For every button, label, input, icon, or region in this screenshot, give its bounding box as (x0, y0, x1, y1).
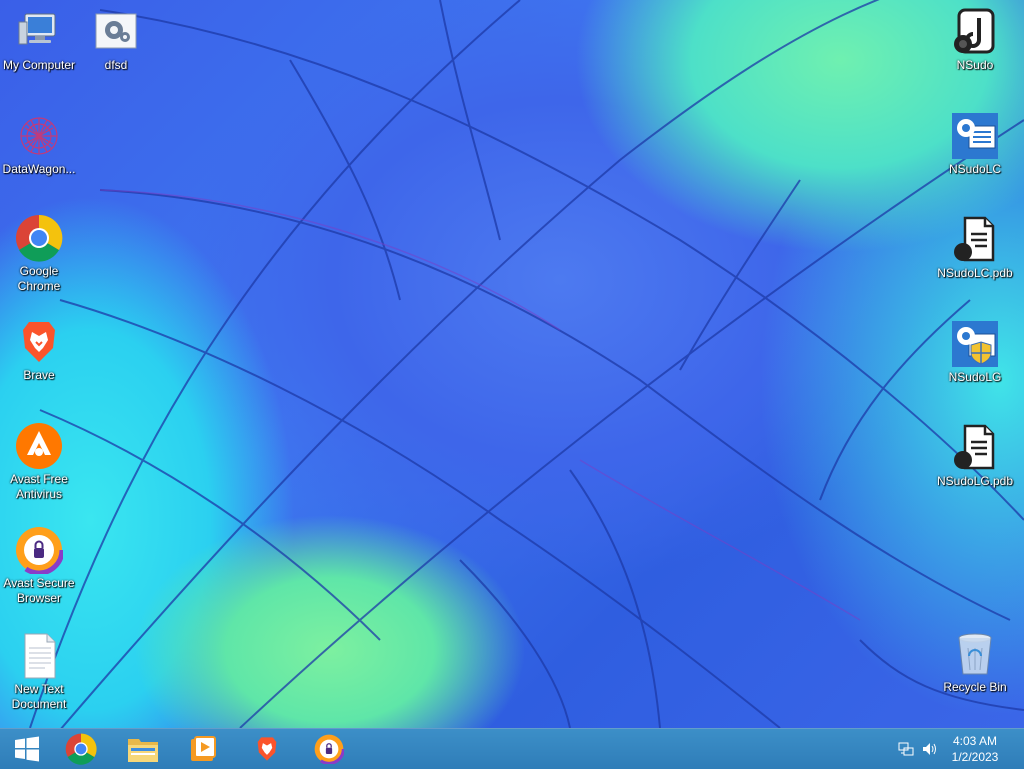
media-player-icon (191, 736, 216, 761)
brave-icon (257, 737, 277, 761)
desktop-icon-datawagon[interactable]: DataWagon... (0, 112, 79, 177)
file-explorer-icon (128, 739, 158, 762)
desktop-icon-avast-free-antivirus[interactable]: Avast Free Antivirus (0, 422, 79, 502)
desktop-icon-label: NSudoLG.pdb (936, 474, 1014, 488)
desktop-icon-my-computer[interactable]: My Computer (0, 8, 79, 73)
desktop-icon-google-chrome[interactable]: Google Chrome (0, 214, 79, 294)
settings-shortcut-icon (92, 8, 140, 56)
recycle-bin-icon (951, 630, 999, 678)
taskbar: 4:03 AM 1/2/2023 (0, 728, 1024, 769)
brave-icon (15, 318, 63, 366)
desktop-icon-label: Brave (23, 368, 55, 382)
nsudo-icon (951, 8, 999, 56)
desktop-icon-label: Avast Secure Browser (3, 576, 75, 605)
network-icon[interactable] (898, 741, 914, 757)
desktop-icon-label: Recycle Bin (943, 680, 1007, 694)
taskbar-clock[interactable]: 4:03 AM 1/2/2023 (940, 733, 1010, 765)
desktop-icon-nsudolc-pdb[interactable]: NSudoLC.pdb (935, 216, 1015, 281)
taskbar-brave[interactable] (240, 729, 294, 769)
desktop-icon-label: dfsd (104, 58, 128, 72)
computer-icon (15, 8, 63, 56)
clock-time: 4:03 AM (952, 734, 998, 748)
text-document-icon (15, 632, 63, 680)
desktop-wallpaper: My Computer DataWagon... Google Chrome B… (0, 0, 1024, 728)
pdb-file-icon (951, 424, 999, 472)
avast-icon (15, 422, 63, 470)
avast-browser-icon (314, 734, 344, 764)
windows-logo-icon (15, 736, 39, 762)
desktop-icon-nsudo[interactable]: NSudo (935, 8, 1015, 73)
taskbar-file-explorer[interactable] (116, 729, 170, 769)
volume-icon[interactable] (922, 741, 938, 757)
desktop-icon-label: Google Chrome (17, 264, 61, 293)
desktop-icon-avast-secure-browser[interactable]: Avast Secure Browser (0, 524, 79, 606)
desktop-icon-label: DataWagon... (2, 162, 76, 176)
nsudolg-icon (951, 320, 999, 368)
desktop-icon-label: NSudo (956, 58, 994, 72)
taskbar-media-player[interactable] (176, 729, 230, 769)
start-button[interactable] (0, 729, 54, 769)
desktop-icon-nsudolc[interactable]: NSudoLC (935, 112, 1015, 177)
balloon-seams (29, 0, 1024, 728)
chrome-icon (15, 214, 63, 262)
desktop-icon-nsudolg[interactable]: NSudoLG (935, 320, 1015, 385)
desktop-icon-nsudolg-pdb[interactable]: NSudoLG.pdb (935, 424, 1015, 489)
desktop-icon-label: NSudoLG (948, 370, 1002, 384)
desktop-icon-label: Avast Free Antivirus (10, 472, 68, 501)
desktop-icon-label: NSudoLC (948, 162, 1002, 176)
desktop-icon-new-text-document[interactable]: New Text Document (0, 632, 79, 712)
desktop-icon-brave[interactable]: Brave (0, 318, 79, 383)
avast-browser-icon (13, 524, 65, 576)
desktop-icon-recycle-bin[interactable]: Recycle Bin (935, 630, 1015, 695)
taskbar-chrome[interactable] (54, 729, 108, 769)
desktop-icon-dfsd[interactable]: dfsd (76, 8, 156, 73)
taskbar-avast-secure-browser[interactable] (302, 729, 356, 769)
datawagon-icon (15, 112, 63, 160)
chrome-icon (65, 733, 97, 765)
desktop-icon-label: NSudoLC.pdb (937, 266, 1013, 280)
clock-date: 1/2/2023 (951, 750, 999, 764)
pdb-file-icon (951, 216, 999, 264)
nsudolc-icon (951, 112, 999, 160)
desktop-icon-label: My Computer (2, 58, 76, 72)
desktop-icon-label: New Text Document (11, 682, 67, 711)
